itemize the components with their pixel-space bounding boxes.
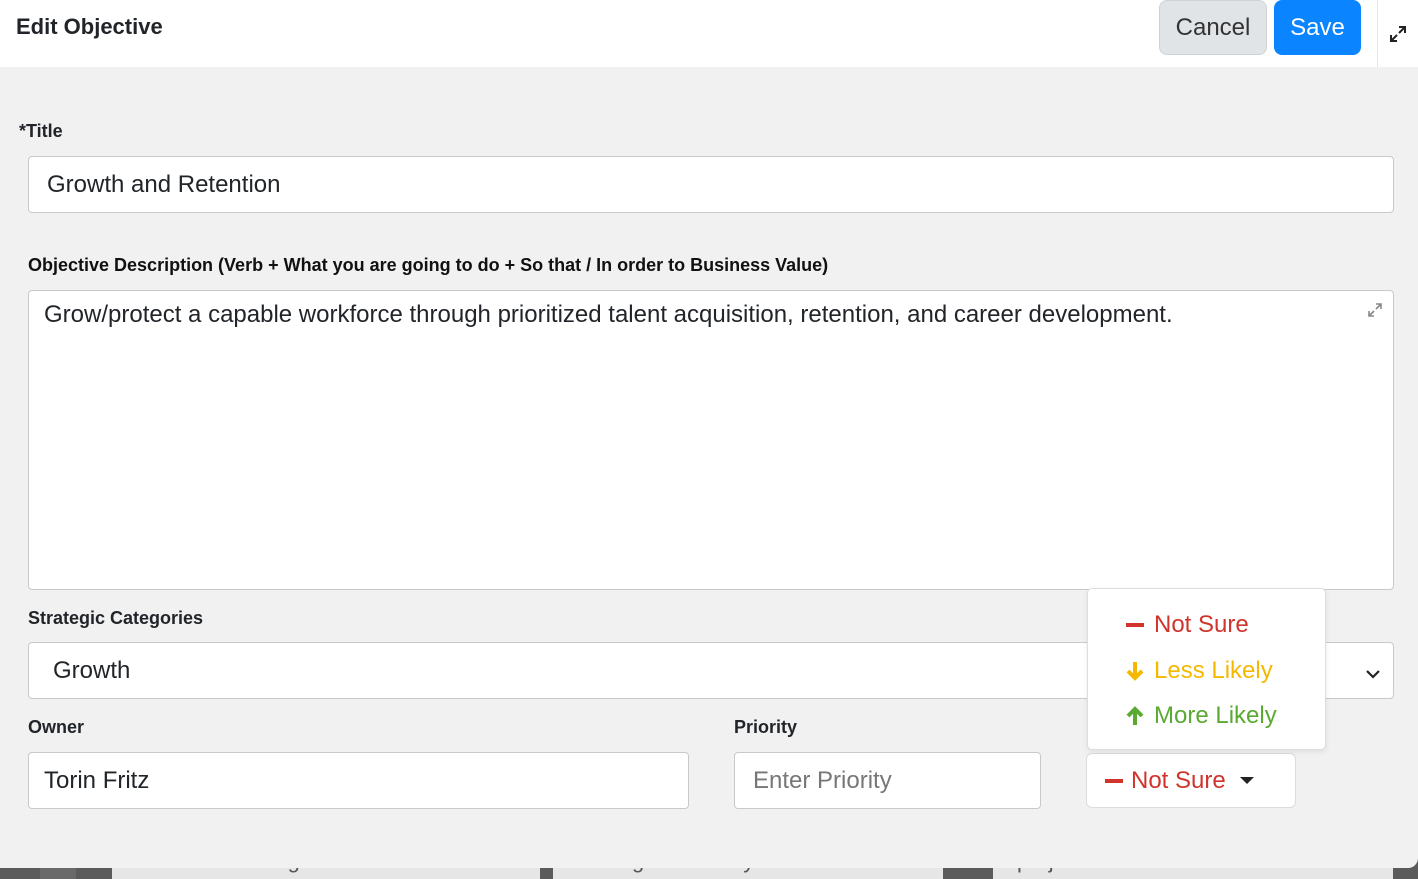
save-button[interactable]: Save xyxy=(1274,0,1361,55)
dash-icon xyxy=(1105,778,1123,783)
modal-title: Edit Objective xyxy=(16,14,163,39)
fullscreen-toggle[interactable] xyxy=(1377,0,1418,67)
confidence-value: Not Sure xyxy=(1131,766,1226,794)
menu-item-more-likely[interactable]: More Likely xyxy=(1124,702,1277,730)
priority-input[interactable]: Enter Priority xyxy=(734,752,1041,809)
chevron-down-icon xyxy=(1365,661,1381,689)
confidence-dropdown-button[interactable]: Not Sure xyxy=(1086,753,1296,808)
menu-item-label: Not Sure xyxy=(1154,611,1249,638)
title-input[interactable]: Growth and Retention xyxy=(28,156,1394,213)
menu-item-label: More Likely xyxy=(1154,702,1277,729)
strategic-categories-value: Growth xyxy=(53,656,131,684)
expand-icon xyxy=(1390,25,1406,42)
owner-input[interactable]: Torin Fritz xyxy=(28,752,689,809)
description-label: Objective Description (Verb + What you a… xyxy=(28,255,828,276)
priority-label: Priority xyxy=(734,717,798,737)
menu-item-less-likely[interactable]: Less Likely xyxy=(1124,657,1273,685)
modal-header: Edit Objective Cancel Save xyxy=(0,0,1418,67)
dash-icon xyxy=(1124,623,1146,627)
title-label: *Title xyxy=(19,121,63,141)
expand-textarea-icon[interactable] xyxy=(1367,297,1383,325)
description-value: Grow/protect a capable workforce through… xyxy=(44,301,1173,328)
edit-objective-modal: Edit Objective Cancel Save *Title Growth… xyxy=(0,0,1418,868)
confidence-dropdown-menu: Not Sure Less Likely More Likely xyxy=(1087,588,1326,750)
priority-placeholder: Enter Priority xyxy=(753,766,892,794)
caret-down-icon xyxy=(1239,777,1254,784)
cancel-button[interactable]: Cancel xyxy=(1159,0,1267,55)
strategic-categories-label: Strategic Categories xyxy=(28,608,204,628)
arrow-down-icon xyxy=(1124,660,1146,682)
owner-label: Owner xyxy=(28,717,85,737)
menu-item-not-sure[interactable]: Not Sure xyxy=(1124,611,1249,639)
title-input-value: Growth and Retention xyxy=(47,170,281,198)
description-textarea[interactable]: Grow/protect a capable workforce through… xyxy=(28,290,1394,590)
owner-value: Torin Fritz xyxy=(44,766,150,794)
menu-item-label: Less Likely xyxy=(1154,657,1273,684)
arrow-up-icon xyxy=(1124,705,1146,727)
description-label-text: Objective Description (Verb + What you a… xyxy=(28,255,829,275)
